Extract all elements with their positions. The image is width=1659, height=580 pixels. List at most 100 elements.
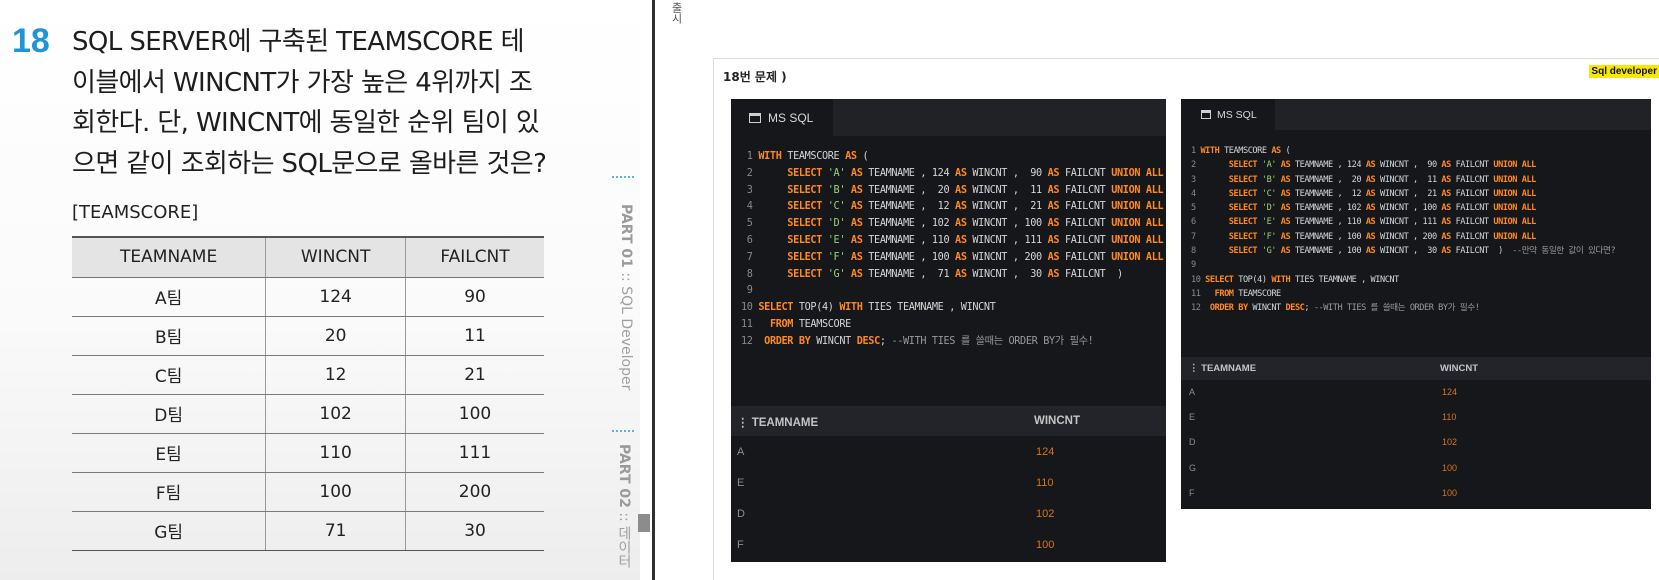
result-column-header: WINCNT xyxy=(1440,363,1478,374)
code-token: AS xyxy=(955,167,967,179)
code-token: 9 xyxy=(1191,260,1201,271)
textbook-page: 18 SQL SERVER에 구축된 TEAMSCORE 테 이블에서 WINC… xyxy=(0,0,640,580)
code-token: UNION ALL xyxy=(1493,174,1536,185)
result-row: E 110 xyxy=(1181,405,1651,431)
code-token: TEAMSCORE xyxy=(1233,288,1281,299)
code-token: AS xyxy=(955,268,967,280)
scrollbar-thumb[interactable] xyxy=(638,514,650,532)
table-cell: 20 xyxy=(265,316,407,356)
code-token: 'D' xyxy=(1257,203,1281,214)
code-token: UNION ALL xyxy=(1111,234,1164,246)
table-cell: 102 xyxy=(265,394,407,434)
column-header: FAILCNT xyxy=(405,236,544,278)
code-line: 2 SELECT 'A' AS TEAMNAME , 124 AS WINCNT… xyxy=(741,166,1164,183)
table-cell: 11 xyxy=(405,316,544,356)
brand-badge: Sql developer xyxy=(1589,65,1659,78)
result-cell: A xyxy=(1189,387,1196,397)
result-cell: 100 xyxy=(1442,463,1458,473)
result-row: G 100 xyxy=(1181,456,1651,482)
code-token: AS xyxy=(1441,160,1451,171)
question-line: SQL SERVER에 구축된 TEAMSCORE 테 xyxy=(72,27,525,57)
code-token: SELECT xyxy=(1228,246,1258,257)
question-line: 회한다. 단, WINCNT에 동일한 순위 팀이 있 xyxy=(72,108,540,138)
teamscore-table: TEAMNAME WINCNT FAILCNT A팀 124 90 B팀 20 11 C… xyxy=(72,236,544,551)
code-token: ORDER BY xyxy=(764,335,811,347)
code-token: AS xyxy=(1280,174,1291,185)
code-token: 'A' xyxy=(1257,160,1281,171)
code-token: SELECT xyxy=(1228,231,1258,242)
tab-label: MS SQL xyxy=(1217,108,1257,121)
code-token: AS xyxy=(955,234,967,246)
table-cell: E팀 xyxy=(72,433,267,473)
result-cell: 102 xyxy=(1442,437,1458,447)
code-token: 10 xyxy=(741,302,759,314)
code-token: UNION ALL xyxy=(1493,188,1536,199)
code-token: AS xyxy=(1280,217,1291,228)
code-token: TEAMNAME , 100 xyxy=(1290,246,1366,257)
result-cell: 102 xyxy=(1036,508,1055,520)
slide-title: 18번 문제 ) xyxy=(723,70,787,84)
table-cell: 110 xyxy=(265,433,407,473)
code-token: SELECT xyxy=(787,184,822,196)
code-token: AS xyxy=(1365,217,1376,228)
result-cell: 100 xyxy=(1442,488,1458,498)
code-token: 'G' xyxy=(821,268,851,280)
code-editor[interactable]: 1 WITH TEAMSCORE AS ( 2 SELECT 'A' AS TE… xyxy=(741,149,1164,351)
result-cell: 124 xyxy=(1442,387,1458,397)
tab-ms-sql[interactable]: MS SQL xyxy=(1181,99,1275,130)
code-token: WITH xyxy=(758,151,782,162)
result-header: TEAMNAME WINCNT xyxy=(1181,357,1651,380)
code-token: AS xyxy=(1441,174,1451,185)
code-token: 'D' xyxy=(821,218,851,230)
code-line: 10 SELECT TOP(4) WITH TIES TEAMNAME , WI… xyxy=(741,300,1163,317)
code-token: AS xyxy=(955,184,967,196)
part-title: :: SQL Developer xyxy=(618,267,634,391)
tab-ms-sql[interactable]: MS SQL xyxy=(731,99,833,136)
code-token: 'F' xyxy=(1257,231,1281,242)
result-row: A 124 xyxy=(731,436,1166,467)
dotted-divider xyxy=(612,430,634,432)
code-token: UNION ALL xyxy=(1111,218,1164,230)
table-row: G팀 71 30 xyxy=(72,511,544,551)
top-edge-text: 출시 xyxy=(670,2,683,24)
code-line: 3 SELECT 'B' AS TEAMNAME , 20 AS WINCNT … xyxy=(741,183,1164,200)
code-token: AS xyxy=(850,251,863,263)
code-token: AS xyxy=(1047,234,1060,246)
code-token: WINCNT , 111 xyxy=(1375,217,1442,228)
code-token: AS xyxy=(1047,218,1060,230)
code-token: WINCNT , 21 xyxy=(1375,188,1442,199)
code-line: 6 SELECT 'E' AS TEAMNAME , 110 AS WINCNT… xyxy=(1191,215,1615,229)
code-token: 'A' xyxy=(821,167,851,179)
table-cell: F팀 xyxy=(72,472,267,512)
code-token: TEAMNAME , 12 xyxy=(1290,188,1366,199)
result-cell: D xyxy=(1189,437,1196,447)
code-token: AS xyxy=(850,184,863,196)
code-token: WINCNT xyxy=(810,335,857,347)
code-token: SELECT xyxy=(1228,174,1258,185)
code-token: AS xyxy=(1280,188,1291,199)
code-token: 'C' xyxy=(821,201,851,213)
code-token: TOP(4) xyxy=(793,302,840,314)
code-token: UNION ALL xyxy=(1111,201,1164,213)
code-line: 4 SELECT 'C' AS TEAMNAME , 12 AS WINCNT … xyxy=(741,199,1164,216)
code-token: AS xyxy=(1441,246,1451,257)
table-cell: 124 xyxy=(265,277,407,317)
result-row: D 102 xyxy=(731,498,1166,529)
code-token: AS xyxy=(850,268,863,280)
code-line: 1 WITH TEAMSCORE AS ( xyxy=(741,149,1163,166)
column-header: TEAMNAME xyxy=(72,236,267,278)
code-token: TEAMSCORE xyxy=(1219,146,1272,156)
code-token: UNION ALL xyxy=(1493,160,1536,171)
code-token: AS xyxy=(850,201,863,213)
code-line: 7 SELECT 'F' AS TEAMNAME , 100 AS WINCNT… xyxy=(1191,230,1615,244)
code-editor[interactable]: 1 WITH TEAMSCORE AS (2 SELECT 'A' AS TEA… xyxy=(1191,144,1616,316)
code-token: AS xyxy=(850,167,863,179)
code-token: TEAMNAME , 102 xyxy=(1290,203,1366,214)
code-token: TEAMNAME , 20 xyxy=(1290,174,1366,185)
